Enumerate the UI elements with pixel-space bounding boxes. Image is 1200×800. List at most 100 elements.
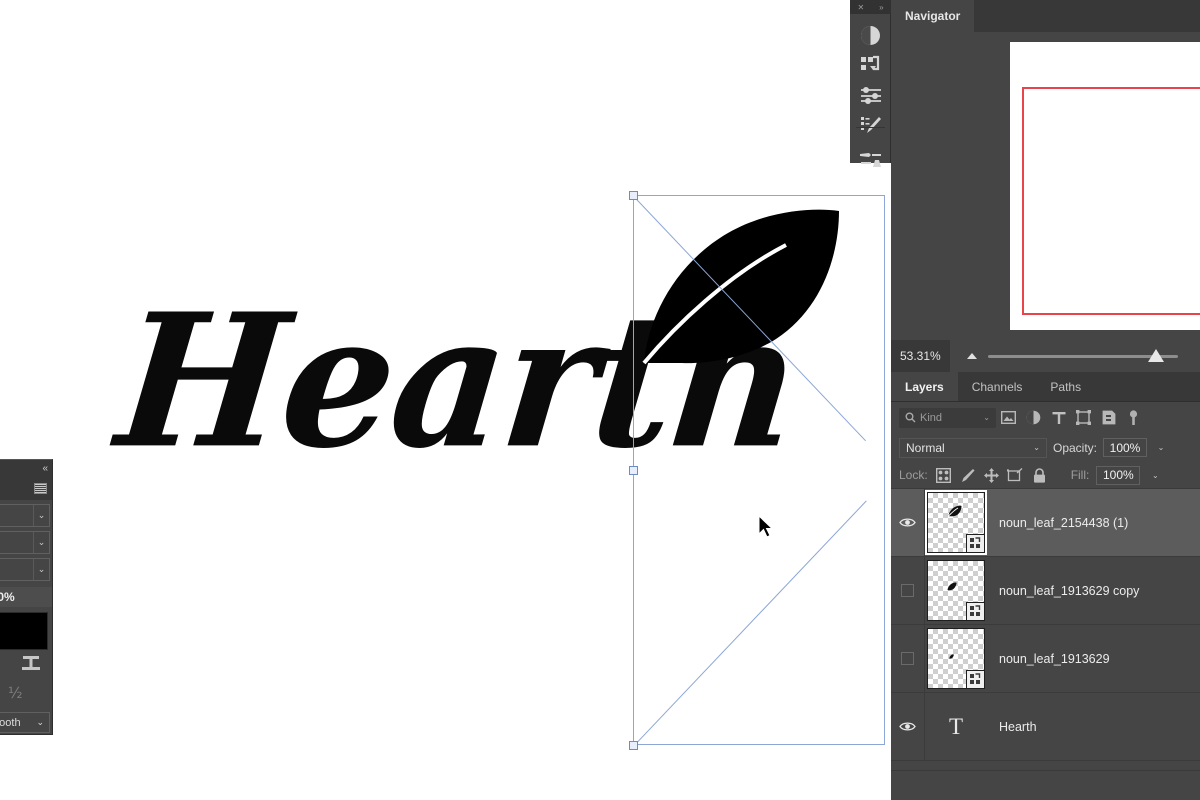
type-layer-icon: T bbox=[925, 693, 987, 761]
font-family-field[interactable]: ⌄ bbox=[0, 504, 50, 527]
adjustments-icon[interactable] bbox=[850, 20, 891, 50]
chevron-down-icon[interactable]: ⌄ bbox=[983, 413, 990, 422]
fill-field[interactable]: 100% bbox=[1096, 466, 1140, 485]
blend-mode-row[interactable]: Normal ⌄ Opacity: 100% ⌄ bbox=[891, 433, 1200, 462]
zoom-slider[interactable] bbox=[988, 355, 1178, 358]
eye-off-icon bbox=[901, 652, 914, 665]
filter-kind-select[interactable]: Kind ⌄ bbox=[899, 408, 996, 428]
layer-thumbnail-cell[interactable] bbox=[925, 489, 987, 557]
zoom-level-field[interactable]: 53.31% bbox=[891, 340, 950, 372]
layer-name[interactable]: noun_leaf_2154438 (1) bbox=[987, 516, 1200, 530]
filter-shape-icon[interactable] bbox=[1071, 407, 1096, 429]
leaf-thumbnail bbox=[927, 560, 985, 621]
chevron-down-icon[interactable]: ⌄ bbox=[36, 717, 49, 728]
chevron-down-icon[interactable]: ⌄ bbox=[33, 505, 49, 526]
character-panel-tabrow bbox=[0, 477, 52, 500]
layer-thumbnail-cell[interactable] bbox=[925, 625, 987, 693]
navigator-tabbar: Navigator bbox=[891, 0, 1200, 32]
layer-visibility-toggle[interactable] bbox=[891, 693, 925, 761]
tab-layers[interactable]: Layers bbox=[891, 372, 958, 401]
antialiasing-value: mooth bbox=[0, 717, 21, 729]
fill-chevron-down-icon[interactable]: ⌄ bbox=[1147, 466, 1163, 485]
lock-transparent-pixels-icon[interactable] bbox=[935, 467, 952, 484]
collapsed-panel-rail[interactable]: ✕ » bbox=[850, 0, 891, 163]
lock-position-icon[interactable] bbox=[983, 467, 1000, 484]
chevron-down-icon[interactable]: ⌄ bbox=[33, 559, 49, 580]
blend-mode-select[interactable]: Normal ⌄ bbox=[899, 438, 1047, 458]
fraction-value: ½ bbox=[0, 678, 52, 708]
leaf-shape-icon bbox=[949, 654, 954, 659]
layers-tabbar: Layers Channels Paths bbox=[891, 372, 1200, 402]
close-icon[interactable]: ✕ bbox=[857, 3, 864, 12]
lock-label: Lock: bbox=[899, 468, 928, 482]
navigator-zoom-bar[interactable]: 53.31% bbox=[891, 340, 1200, 372]
transform-handle-middle-left[interactable] bbox=[629, 466, 638, 475]
photoshop-window: Hearth « ⌄ ⌄ bbox=[0, 0, 1200, 800]
layer-name[interactable]: noun_leaf_1913629 bbox=[987, 652, 1200, 666]
table-row[interactable]: T Hearth bbox=[891, 693, 1200, 761]
right-dock: ✕ » bbox=[850, 0, 1200, 800]
lock-row[interactable]: Lock: Fill: 100% ⌄ bbox=[891, 462, 1200, 489]
lock-all-icon[interactable] bbox=[1031, 467, 1048, 484]
table-row[interactable]: noun_leaf_1913629 copy bbox=[891, 557, 1200, 625]
expand-panels-icon[interactable]: » bbox=[879, 3, 883, 12]
layer-list[interactable]: noun_leaf_2154438 (1) bbox=[891, 489, 1200, 761]
filter-smart-object-icon[interactable] bbox=[1096, 407, 1121, 429]
rail-divider bbox=[856, 127, 885, 128]
font-size-field[interactable]: ⌄ bbox=[0, 558, 50, 581]
font-style-field[interactable]: ⌄ bbox=[0, 531, 50, 554]
navigator-preview[interactable]: Heart bbox=[891, 32, 1200, 340]
free-transform-box[interactable] bbox=[633, 195, 885, 745]
lock-artboard-nesting-icon[interactable] bbox=[1007, 467, 1024, 484]
layers-panel[interactable]: Layers Channels Paths Kind ⌄ bbox=[891, 372, 1200, 800]
lock-image-pixels-icon[interactable] bbox=[959, 467, 976, 484]
layer-visibility-toggle[interactable] bbox=[891, 489, 925, 557]
navigator-view-rectangle[interactable] bbox=[1022, 87, 1200, 315]
filter-pixel-icon[interactable] bbox=[996, 407, 1021, 429]
panel-menu-icon[interactable] bbox=[34, 483, 47, 494]
filter-type-icon[interactable] bbox=[1046, 407, 1071, 429]
layer-visibility-toggle[interactable] bbox=[891, 625, 925, 693]
character-panel-header: « bbox=[0, 460, 52, 477]
opacity-chevron-down-icon[interactable]: ⌄ bbox=[1153, 438, 1169, 457]
layer-thumbnail-cell[interactable] bbox=[925, 557, 987, 625]
chevron-down-icon[interactable]: ⌄ bbox=[33, 532, 49, 553]
tab-navigator-label: Navigator bbox=[905, 9, 960, 23]
text-baseline-options[interactable] bbox=[0, 650, 52, 678]
filter-adjustment-icon[interactable] bbox=[1021, 407, 1046, 429]
opacity-field[interactable]: 100% bbox=[1103, 438, 1147, 457]
layer-filter-row[interactable]: Kind ⌄ bbox=[891, 402, 1200, 433]
transform-handle-top-left[interactable] bbox=[629, 191, 638, 200]
layer-visibility-toggle[interactable] bbox=[891, 557, 925, 625]
tab-paths-label: Paths bbox=[1050, 380, 1081, 394]
layer-name[interactable]: Hearth bbox=[987, 720, 1200, 734]
layer-name[interactable]: noun_leaf_1913629 copy bbox=[987, 584, 1200, 598]
leaf-thumbnail bbox=[927, 628, 985, 689]
character-panel[interactable]: « ⌄ ⌄ ⌄ 100% ½ mooth ⌄ bbox=[0, 459, 53, 735]
brushes-icon[interactable] bbox=[850, 144, 891, 174]
smart-object-badge-icon bbox=[966, 602, 985, 621]
transform-handle-bottom-left[interactable] bbox=[629, 741, 638, 750]
layers-panel-footer[interactable] bbox=[891, 770, 1200, 800]
libraries-icon[interactable] bbox=[850, 50, 891, 80]
arrow-cursor bbox=[758, 515, 774, 539]
rail-titlebar: ✕ » bbox=[850, 0, 891, 14]
search-icon bbox=[905, 412, 916, 423]
chevron-down-icon[interactable]: ⌄ bbox=[1033, 443, 1040, 452]
collapse-panel-icon[interactable]: « bbox=[42, 463, 48, 474]
zoom-out-icon[interactable] bbox=[964, 347, 980, 365]
properties-icon[interactable] bbox=[850, 80, 891, 110]
antialiasing-select[interactable]: mooth ⌄ bbox=[0, 712, 50, 733]
brush-settings-icon[interactable] bbox=[850, 110, 891, 140]
text-color-swatch[interactable] bbox=[0, 612, 48, 650]
table-row[interactable]: noun_leaf_1913629 bbox=[891, 625, 1200, 693]
tab-channels[interactable]: Channels bbox=[958, 372, 1037, 401]
zoom-slider-thumb[interactable] bbox=[1148, 349, 1164, 362]
tab-paths[interactable]: Paths bbox=[1036, 372, 1095, 401]
navigator-panel[interactable]: Navigator Heart bbox=[891, 0, 1200, 340]
table-row[interactable]: noun_leaf_2154438 (1) bbox=[891, 489, 1200, 557]
blend-mode-value: Normal bbox=[906, 441, 945, 455]
tab-navigator[interactable]: Navigator bbox=[891, 0, 974, 32]
horizontal-scale-field[interactable]: 100% bbox=[0, 587, 52, 607]
filter-toggle-icon[interactable] bbox=[1121, 407, 1146, 429]
